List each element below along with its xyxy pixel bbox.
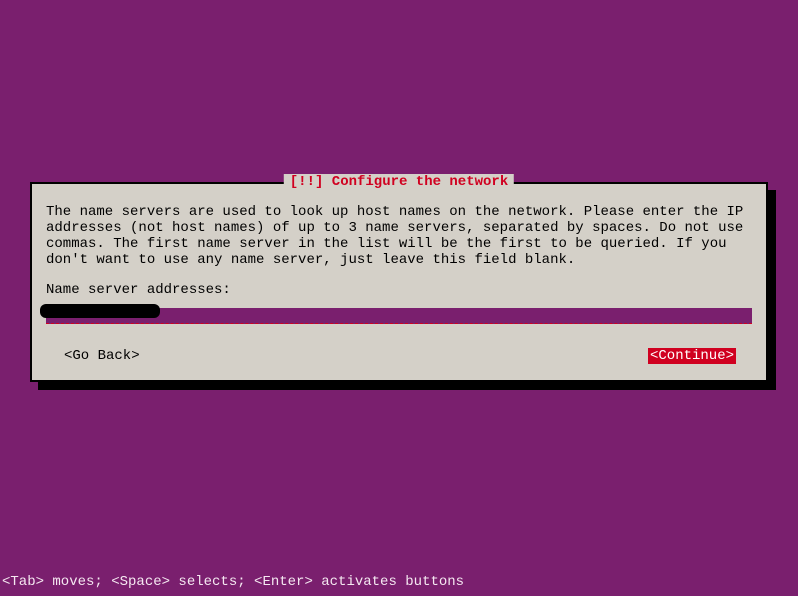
continue-button[interactable]: <Continue> xyxy=(648,348,736,364)
redacted-input-overlay xyxy=(40,304,160,318)
dialog-container: [!!] Configure the network The name serv… xyxy=(30,182,768,382)
input-row xyxy=(46,308,752,326)
dialog-title: [!!] Configure the network xyxy=(284,174,514,190)
button-row: <Go Back> <Continue> xyxy=(46,348,752,364)
footer-hint: <Tab> moves; <Space> selects; <Enter> ac… xyxy=(2,574,464,590)
name-server-label: Name server addresses: xyxy=(46,282,752,298)
configure-network-dialog: [!!] Configure the network The name serv… xyxy=(30,182,768,382)
go-back-button[interactable]: <Go Back> xyxy=(62,348,142,364)
dialog-instructions: The name servers are used to look up hos… xyxy=(46,204,752,268)
